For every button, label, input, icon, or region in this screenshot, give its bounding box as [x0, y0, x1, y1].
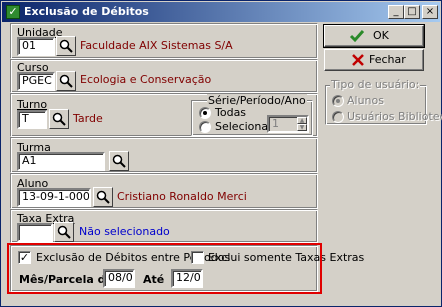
ok-button[interactable]: OK — [323, 24, 425, 48]
curso-input[interactable]: PGEC — [17, 72, 55, 91]
curso-group: Curso PGEC Ecologia e Conservação — [10, 59, 318, 93]
fechar-button[interactable]: Fechar — [324, 49, 424, 71]
close-x-icon — [352, 54, 364, 66]
aluno-group: Aluno 13-09-1-00001 Cristiano Ronaldo Me… — [10, 173, 318, 209]
unidade-description: Faculdade AIX Sistemas S/A — [80, 39, 233, 52]
magnifier-icon — [57, 225, 71, 239]
magnifier-icon — [96, 190, 110, 204]
highlight-frame — [7, 243, 322, 294]
turno-search-button[interactable] — [49, 109, 69, 129]
turno-input[interactable]: T — [17, 110, 47, 129]
minimize-button[interactable]: _ — [388, 5, 404, 19]
check-icon — [349, 30, 365, 43]
taxa-description: Não selecionado — [79, 225, 170, 238]
unidade-input[interactable]: 01 — [17, 37, 55, 56]
window-title: Exclusão de Débitos — [24, 5, 149, 18]
fechar-label: Fechar — [369, 53, 406, 66]
tipo-biblioteca-radio[interactable] — [332, 111, 344, 123]
app-icon: ✓ — [6, 5, 20, 19]
turma-group: Turma A1 — [10, 137, 318, 173]
tipo-alunos-label: Alunos — [347, 94, 384, 107]
magnifier-icon — [59, 39, 73, 53]
curso-description: Ecologia e Conservação — [80, 73, 212, 86]
serie-selecionar-radio[interactable] — [199, 121, 211, 133]
turno-group: Turno T Tarde Série/Período/Ano Todas Se… — [10, 93, 318, 137]
aluno-search-button[interactable] — [93, 187, 113, 207]
unidade-group: Unidade 01 Faculdade AIX Sistemas S/A — [10, 23, 318, 59]
ok-label: OK — [373, 29, 389, 42]
maximize-button[interactable]: □ — [404, 5, 420, 19]
unidade-search-button[interactable] — [56, 36, 76, 56]
turno-description: Tarde — [73, 112, 103, 125]
taxa-search-button[interactable] — [54, 222, 74, 242]
taxa-group: Taxa Extra Não selecionado — [10, 209, 318, 243]
turma-search-button[interactable] — [109, 151, 129, 171]
title-bar[interactable]: ✓ Exclusão de Débitos _ □ × — [2, 2, 440, 22]
spin-up-icon[interactable]: ▲ — [297, 117, 307, 124]
serie-todas-radio[interactable] — [199, 107, 211, 119]
taxa-input[interactable] — [17, 223, 53, 242]
aluno-input[interactable]: 13-09-1-00001 — [17, 188, 91, 207]
tipo-usuario-label: Tipo de usuário: — [330, 78, 421, 91]
curso-search-button[interactable] — [56, 71, 76, 91]
magnifier-icon — [112, 154, 126, 168]
aluno-description: Cristiano Ronaldo Merci — [117, 190, 247, 203]
tipo-biblioteca-label: Usuários Biblioteca — [347, 110, 442, 123]
dialog-window: ✓ Exclusão de Débitos _ □ × Unidade 01 F… — [0, 0, 442, 307]
turma-input[interactable]: A1 — [17, 152, 105, 171]
tipo-alunos-radio[interactable] — [332, 95, 344, 107]
spin-down-icon[interactable]: ▼ — [297, 124, 307, 131]
serie-todas-label: Todas — [215, 106, 247, 119]
magnifier-icon — [52, 112, 66, 126]
magnifier-icon — [59, 74, 73, 88]
close-button[interactable]: × — [422, 5, 438, 19]
